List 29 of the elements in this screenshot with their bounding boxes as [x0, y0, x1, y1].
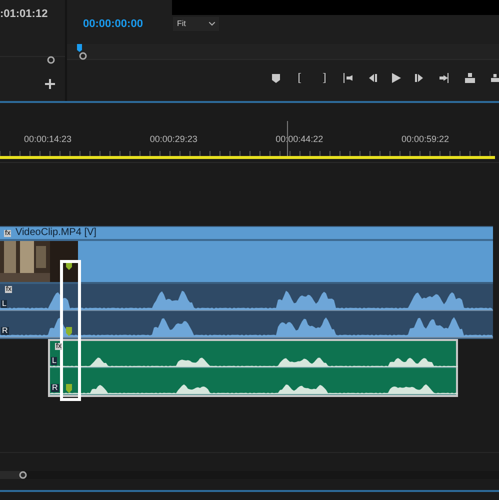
ruler-label: 00:00:14:23 [24, 133, 72, 146]
marker-icon[interactable] [271, 72, 281, 82]
timecode: 00:00:00:00 [83, 17, 143, 32]
ruler-label: 00:00:29:23 [150, 133, 198, 146]
channel-label: R [1, 327, 9, 335]
timecode: :01:01:12 [0, 7, 49, 22]
scrollbar-thumb[interactable] [0, 471, 25, 479]
zoom-handle-icon[interactable] [47, 56, 55, 64]
step-back-icon[interactable] [367, 72, 377, 82]
marker-icon [66, 384, 72, 393]
zoom-dropdown[interactable]: Fit [172, 17, 219, 32]
go-to-out-icon[interactable] [439, 72, 449, 82]
clip-name: VideoClip.MP4 [V] [15, 228, 96, 238]
add-icon[interactable] [45, 78, 55, 88]
scroll-handle-icon[interactable] [19, 471, 27, 479]
play-icon[interactable] [391, 72, 401, 82]
go-to-in-icon[interactable] [343, 72, 353, 82]
marker-icon [66, 327, 72, 336]
ruler-label: 00:00:59:22 [401, 133, 449, 146]
insert-icon[interactable] [463, 72, 477, 82]
playhead-icon[interactable] [77, 44, 82, 52]
overwrite-icon[interactable] [491, 72, 499, 82]
chevron-icon [208, 22, 215, 26]
channel-label: R [51, 384, 59, 392]
marker-icon [66, 261, 72, 270]
channel-label: L [1, 300, 8, 308]
zoom-handle-icon[interactable] [79, 52, 87, 60]
channel-label: L [51, 357, 58, 365]
step-forward-icon[interactable] [415, 72, 425, 82]
